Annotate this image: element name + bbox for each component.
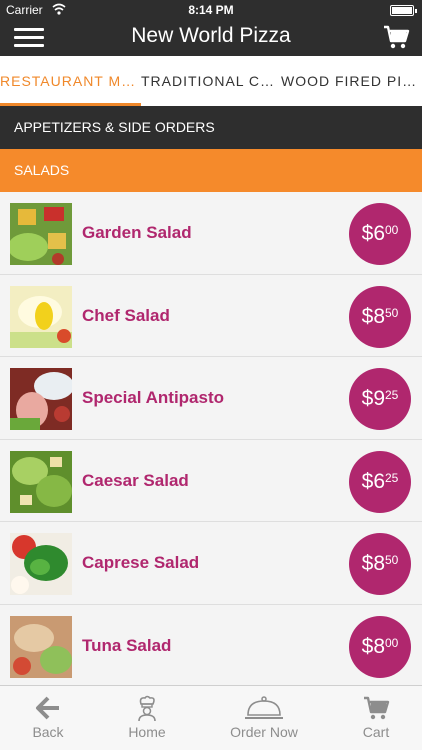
tab-restaurant-menu[interactable]: RESTAURANT MENU	[0, 56, 141, 106]
back-tab-label: Back	[32, 724, 64, 740]
list-item[interactable]: Garden Salad $600	[0, 192, 422, 275]
back-tab[interactable]: Back	[0, 686, 96, 750]
category-tabs: RESTAURANT MENU TRADITIONAL CA... WOOD F…	[0, 56, 422, 106]
food-thumbnail	[10, 285, 72, 348]
item-name: Caesar Salad	[82, 470, 189, 490]
food-thumbnail	[10, 615, 72, 678]
item-name: Chef Salad	[82, 305, 170, 325]
page-title: New World Pizza	[131, 24, 291, 47]
food-thumbnail	[10, 203, 72, 265]
food-thumbnail	[10, 533, 72, 595]
section-salads[interactable]: SALADS	[0, 149, 422, 192]
serving-dish-icon	[245, 696, 283, 719]
list-item[interactable]: Caesar Salad $625	[0, 439, 422, 522]
item-name: Special Antipasto	[82, 388, 225, 407]
list-item[interactable]: Chef Salad $850	[0, 274, 422, 357]
bottom-tab-bar: Back Home Order Now Cart	[0, 685, 422, 750]
price-badge: $600	[349, 203, 411, 265]
item-name: Garden Salad	[82, 223, 192, 242]
tab-traditional[interactable]: TRADITIONAL CA...	[141, 56, 281, 106]
price-badge: $800	[349, 615, 411, 678]
section-appetizers[interactable]: APPETIZERS & SIDE ORDERS	[0, 106, 422, 149]
cart-icon	[364, 696, 390, 720]
food-thumbnail	[10, 368, 72, 430]
food-thumbnail	[10, 450, 72, 513]
order-now-tab[interactable]: Order Now	[198, 686, 330, 750]
list-item[interactable]: Special Antipasto $925	[0, 357, 422, 440]
price-badge: $850	[349, 285, 411, 348]
cart-tab-label: Cart	[362, 724, 390, 740]
price-badge: $850	[349, 533, 411, 595]
item-name: Tuna Salad	[82, 635, 172, 655]
order-now-tab-label: Order Now	[230, 724, 298, 740]
price-badge: $925	[349, 368, 411, 430]
back-arrow-icon	[36, 696, 59, 720]
nav-bar: New World Pizza	[0, 20, 422, 56]
list-item[interactable]: Tuna Salad $800	[0, 604, 422, 685]
battery-icon	[390, 5, 417, 16]
item-name: Caprese Salad	[82, 553, 200, 572]
menu-list: Garden Salad $600 Chef Salad $850 Specia…	[0, 192, 422, 685]
price-badge: $625	[349, 450, 411, 513]
list-item[interactable]: Caprese Salad $850	[0, 522, 422, 605]
cart-tab[interactable]: Cart	[330, 686, 422, 750]
cart-icon[interactable]	[382, 23, 410, 51]
tab-wood-fired-pizza[interactable]: WOOD FIRED PIZZ...	[281, 56, 422, 106]
clock: 8:14 PM	[188, 3, 234, 17]
home-tab-label: Home	[128, 724, 166, 740]
home-tab[interactable]: Home	[96, 686, 198, 750]
status-bar: Carrier 8:14 PM	[0, 0, 422, 20]
chef-icon	[138, 695, 156, 722]
